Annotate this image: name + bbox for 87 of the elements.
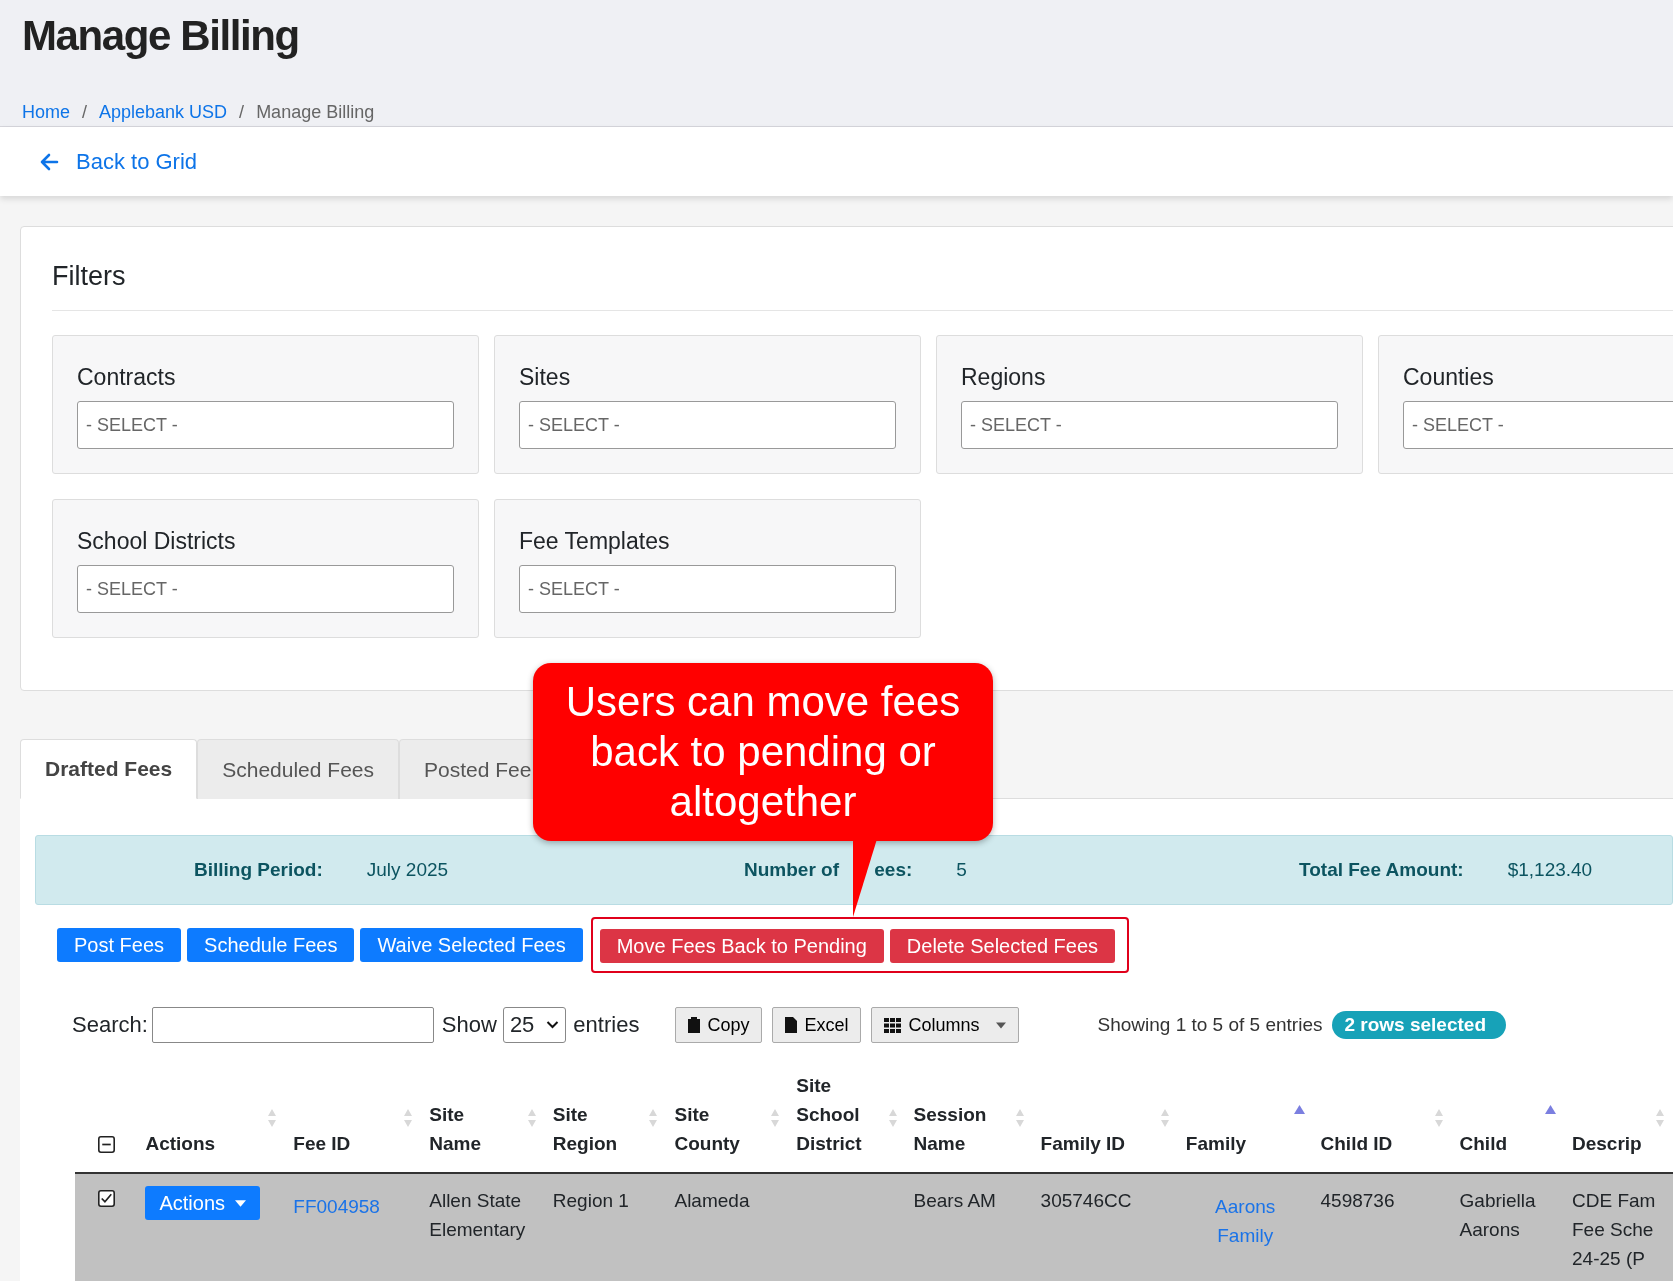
entries-label: entries	[573, 1012, 640, 1038]
column-header[interactable]: Site School District	[796, 1071, 870, 1158]
sort-icon[interactable]	[770, 1108, 781, 1128]
action-button[interactable]: Post Fees	[57, 928, 182, 962]
excel-button[interactable]: Excel	[772, 1007, 862, 1043]
grid-icon	[884, 1017, 902, 1033]
summary-label: ees:	[874, 859, 913, 880]
filter-label: Fee Templates	[519, 528, 671, 555]
filters-title: Filters	[52, 227, 1673, 311]
sort-icon[interactable]	[267, 1108, 278, 1128]
table-cell: 305746CC	[1040, 1190, 1132, 1211]
filter-label: Contracts	[77, 364, 177, 391]
table-cell: 4598736	[1320, 1190, 1395, 1211]
action-button[interactable]: Delete Selected Fees	[889, 929, 1116, 963]
table-cell-text: CDE Fam	[1572, 1189, 1657, 1213]
table-cell: Region 1	[552, 1190, 629, 1211]
breadcrumb-link[interactable]: Home	[22, 102, 70, 123]
filter-label: Regions	[961, 364, 1047, 391]
action-button[interactable]: Waive Selected Fees	[360, 928, 583, 962]
search-label: Search:	[72, 1012, 148, 1038]
copy-button[interactable]: Copy	[675, 1007, 763, 1043]
column-header[interactable]: Child	[1459, 1129, 1508, 1158]
sort-ascending-icon[interactable]	[1293, 1105, 1305, 1114]
filter-label: School Districts	[77, 528, 237, 555]
column-header[interactable]: Child ID	[1320, 1129, 1393, 1158]
select-field[interactable]: - SELECT -	[77, 565, 454, 613]
column-header[interactable]: Family	[1185, 1129, 1247, 1158]
selection-badge: 2 rows selected	[1332, 1011, 1506, 1039]
column-header[interactable]: Family ID	[1040, 1129, 1126, 1158]
select-field[interactable]: - SELECT -	[1403, 401, 1673, 449]
sort-ascending-icon[interactable]	[1545, 1105, 1556, 1114]
table-cell: Alameda	[674, 1190, 750, 1211]
show-label: Show	[441, 1012, 497, 1038]
checkbox[interactable]	[97, 1190, 115, 1207]
column-header[interactable]: Session Name	[913, 1100, 997, 1158]
column-header[interactable]: Site Region	[552, 1100, 631, 1158]
actions-dropdown-button[interactable]: Actions	[145, 1186, 261, 1220]
table-cell: Gabriella Aarons	[1459, 1190, 1536, 1240]
caret-icon	[235, 1199, 247, 1207]
select-field[interactable]: - SELECT -	[961, 401, 1338, 449]
checkbox[interactable]	[97, 1136, 115, 1153]
sort-icon[interactable]	[1433, 1108, 1444, 1128]
summary-value: 5	[956, 859, 967, 881]
select-field[interactable]: - SELECT -	[519, 401, 896, 449]
summary-label: Number of	[744, 859, 839, 880]
action-button[interactable]: Move Fees Back to Pending	[599, 929, 884, 963]
column-header[interactable]: Site County	[674, 1100, 753, 1158]
select-field[interactable]: - SELECT -	[519, 565, 896, 613]
sort-icon[interactable]	[1655, 1108, 1665, 1128]
filter-label: Sites	[519, 364, 572, 391]
sort-icon[interactable]	[648, 1108, 659, 1128]
tab[interactable]: Drafted Fees	[20, 739, 198, 799]
sort-icon[interactable]	[403, 1108, 414, 1128]
page-size-select[interactable]: 25	[502, 1007, 567, 1043]
table-cell-text: 24-25 (P	[1572, 1247, 1646, 1271]
page-title: Manage Billing	[22, 11, 299, 60]
back-link[interactable]: Back to Grid	[76, 148, 198, 175]
summary-value: $1,123.40	[1507, 859, 1593, 881]
caret-icon	[996, 1021, 1007, 1029]
arrow-left-icon	[38, 151, 60, 172]
breadcrumb-link[interactable]: Applebank USD	[99, 102, 228, 123]
column-header[interactable]: Actions	[145, 1129, 216, 1158]
column-header[interactable]: Fee ID	[293, 1129, 351, 1158]
sort-icon[interactable]	[887, 1108, 898, 1128]
table-info: Showing 1 to 5 of 5 entries	[1097, 1014, 1323, 1036]
tab[interactable]: Scheduled Fees	[197, 739, 399, 799]
filter-label: Counties	[1403, 364, 1495, 391]
clipboard-icon	[688, 1017, 701, 1033]
summary-label: Total Fee Amount:	[1299, 859, 1464, 880]
action-button[interactable]: Schedule Fees	[187, 928, 355, 962]
sort-icon[interactable]	[1014, 1108, 1025, 1128]
file-icon	[785, 1017, 798, 1033]
columns-button[interactable]: Columns	[871, 1007, 1020, 1043]
chevron-down-icon	[546, 1021, 560, 1029]
breadcrumb-separator: /	[82, 102, 88, 123]
column-header[interactable]: Site Name	[429, 1100, 509, 1158]
table-cell-text: Fee Sche	[1572, 1218, 1655, 1242]
select-field[interactable]: - SELECT -	[77, 401, 454, 449]
table-cell: Allen State Elementary	[429, 1190, 526, 1240]
search-field[interactable]	[151, 1007, 434, 1043]
breadcrumb-separator: /	[239, 102, 245, 123]
sort-icon[interactable]	[1159, 1108, 1170, 1128]
table-cell: Bears AM	[913, 1190, 996, 1211]
summary-value: July 2025	[366, 859, 449, 881]
sort-icon[interactable]	[526, 1108, 537, 1128]
breadcrumb-current: Manage Billing	[256, 102, 375, 123]
summary-label: Billing Period:	[194, 859, 323, 880]
